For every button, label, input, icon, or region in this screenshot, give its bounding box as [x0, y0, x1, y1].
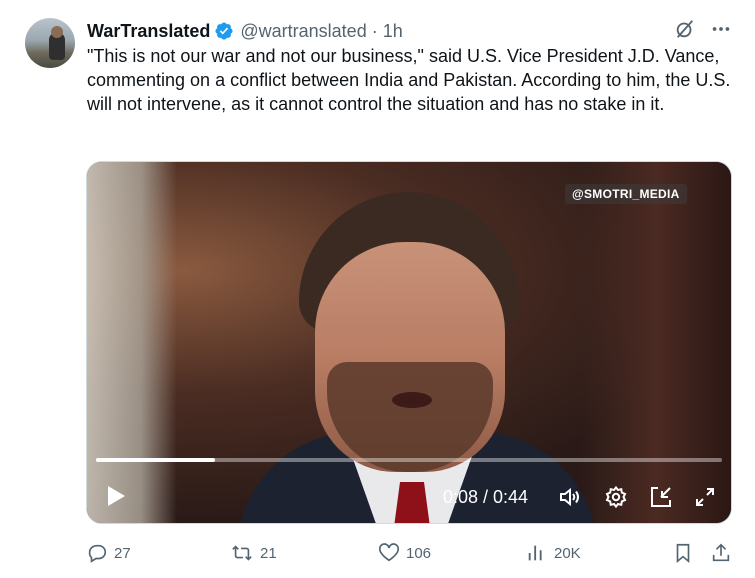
repost-icon	[230, 542, 254, 564]
reply-button[interactable]: 27	[86, 540, 131, 566]
video-controls: 0:08 / 0:44	[87, 471, 731, 523]
like-icon	[378, 542, 400, 564]
fullscreen-icon[interactable]	[693, 485, 717, 509]
bookmark-icon	[672, 542, 694, 564]
avatar[interactable]	[25, 18, 75, 68]
play-icon[interactable]	[105, 484, 127, 508]
settings-icon[interactable]	[604, 485, 628, 509]
volume-icon[interactable]	[557, 485, 581, 509]
video-timecode: 0:08 / 0:44	[443, 487, 529, 507]
more-icon[interactable]	[710, 18, 732, 40]
bookmark-button[interactable]	[672, 540, 694, 566]
views-icon	[526, 542, 548, 564]
separator-dot: ·	[371, 20, 378, 41]
avatar-head	[51, 26, 63, 38]
like-button[interactable]: 106	[378, 540, 431, 566]
views-count: 20K	[554, 544, 581, 562]
repost-count: 21	[260, 544, 277, 562]
repost-button[interactable]: 21	[230, 540, 277, 566]
action-bar: 27 21 106 20K	[86, 540, 736, 566]
top-icons	[674, 18, 732, 40]
tweet-header: WarTranslated @wartranslated · 1h	[87, 20, 403, 42]
grok-slash-icon[interactable]	[674, 18, 696, 40]
author-name[interactable]: WarTranslated	[87, 21, 210, 42]
like-count: 106	[406, 544, 432, 562]
reply-icon	[86, 542, 108, 564]
tweet-text: "This is not our war and not our busines…	[87, 46, 731, 114]
views-button[interactable]: 20K	[526, 540, 581, 566]
share-icon	[710, 542, 732, 564]
video-player[interactable]: @SMOTRI_MEDIA 0:08 / 0:44	[86, 161, 732, 524]
post-time[interactable]: 1h	[383, 21, 403, 42]
reply-count: 27	[114, 544, 131, 562]
video-progress-fill	[96, 458, 215, 462]
verified-badge-icon[interactable]	[214, 21, 234, 41]
share-button[interactable]	[710, 540, 732, 566]
video-background-right	[581, 162, 731, 523]
author-handle[interactable]: @wartranslated	[240, 21, 366, 42]
pip-icon[interactable]	[649, 485, 673, 509]
video-person-mouth	[392, 392, 432, 408]
video-watermark: @SMOTRI_MEDIA	[565, 184, 687, 204]
video-progress-bar[interactable]	[96, 458, 722, 462]
video-background-left	[87, 162, 177, 523]
